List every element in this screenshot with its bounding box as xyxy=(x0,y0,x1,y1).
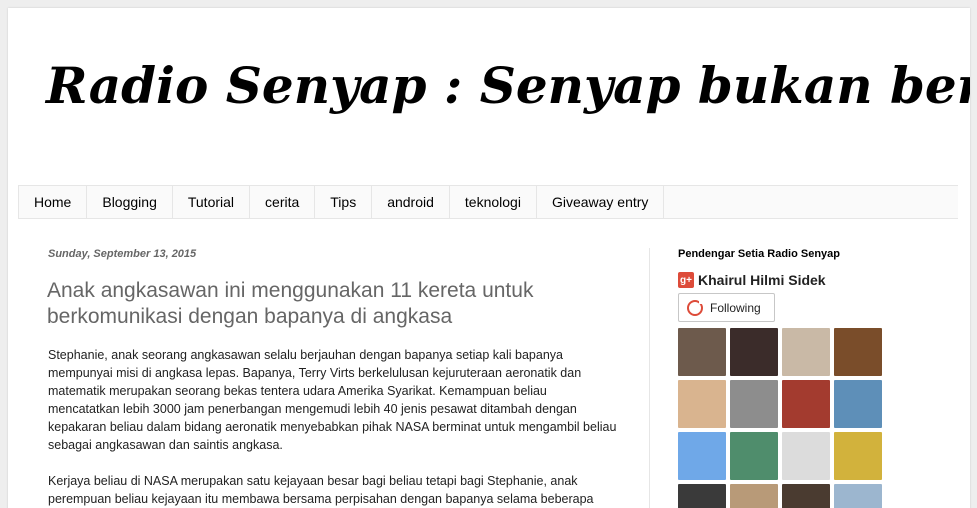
follower-avatar[interactable] xyxy=(782,380,830,428)
follower-avatar[interactable] xyxy=(782,328,830,376)
post-body: Stephanie, anak seorang angkasawan selal… xyxy=(48,346,620,508)
follower-avatar[interactable] xyxy=(782,484,830,508)
follower-avatar[interactable] xyxy=(730,484,778,508)
follower-avatar[interactable] xyxy=(678,484,726,508)
follower-avatar[interactable] xyxy=(834,380,882,428)
following-button[interactable]: Following xyxy=(678,293,775,322)
tab-home[interactable]: Home xyxy=(18,186,88,218)
tab-giveaway-entry[interactable]: Giveaway entry xyxy=(537,186,665,218)
post-paragraph: Kerjaya beliau di NASA merupakan satu ke… xyxy=(48,474,594,506)
follower-avatar[interactable] xyxy=(730,380,778,428)
gplus-profile[interactable]: g+ Khairul Hilmi Sidek xyxy=(678,272,826,288)
follower-avatar[interactable] xyxy=(782,432,830,480)
tab-tutorial[interactable]: Tutorial xyxy=(173,186,251,218)
following-label: Following xyxy=(710,300,761,315)
tab-cerita[interactable]: cerita xyxy=(250,186,316,218)
tab-teknologi[interactable]: teknologi xyxy=(450,186,537,218)
followers-grid xyxy=(678,328,888,508)
profile-name[interactable]: Khairul Hilmi Sidek xyxy=(698,272,826,288)
tab-android[interactable]: android xyxy=(372,186,450,218)
follower-avatar[interactable] xyxy=(678,432,726,480)
blog-page: Radio Senyap : Senyap bukan bererti diam… xyxy=(8,8,970,508)
post-date: Sunday, September 13, 2015 xyxy=(48,248,197,260)
post-paragraph: Stephanie, anak seorang angkasawan selal… xyxy=(48,348,617,452)
google-plus-icon: g+ xyxy=(678,272,694,288)
follower-avatar[interactable] xyxy=(834,484,882,508)
follower-avatar[interactable] xyxy=(678,328,726,376)
follower-avatar[interactable] xyxy=(730,328,778,376)
post-title[interactable]: Anak angkasawan ini menggunakan 11 keret… xyxy=(47,278,607,330)
followers-widget-title: Pendengar Setia Radio Senyap xyxy=(678,248,840,260)
tab-blogging[interactable]: Blogging xyxy=(87,186,173,218)
follower-avatar[interactable] xyxy=(834,432,882,480)
blog-title[interactable]: Radio Senyap : Senyap bukan bererti diam xyxy=(46,56,970,115)
follower-avatar[interactable] xyxy=(730,432,778,480)
follower-avatar[interactable] xyxy=(678,380,726,428)
follower-avatar[interactable] xyxy=(834,328,882,376)
tab-tips[interactable]: Tips xyxy=(315,186,373,218)
sidebar-divider xyxy=(649,248,650,508)
circles-icon xyxy=(687,298,704,316)
page-tabs: Home Blogging Tutorial cerita Tips andro… xyxy=(18,185,958,219)
